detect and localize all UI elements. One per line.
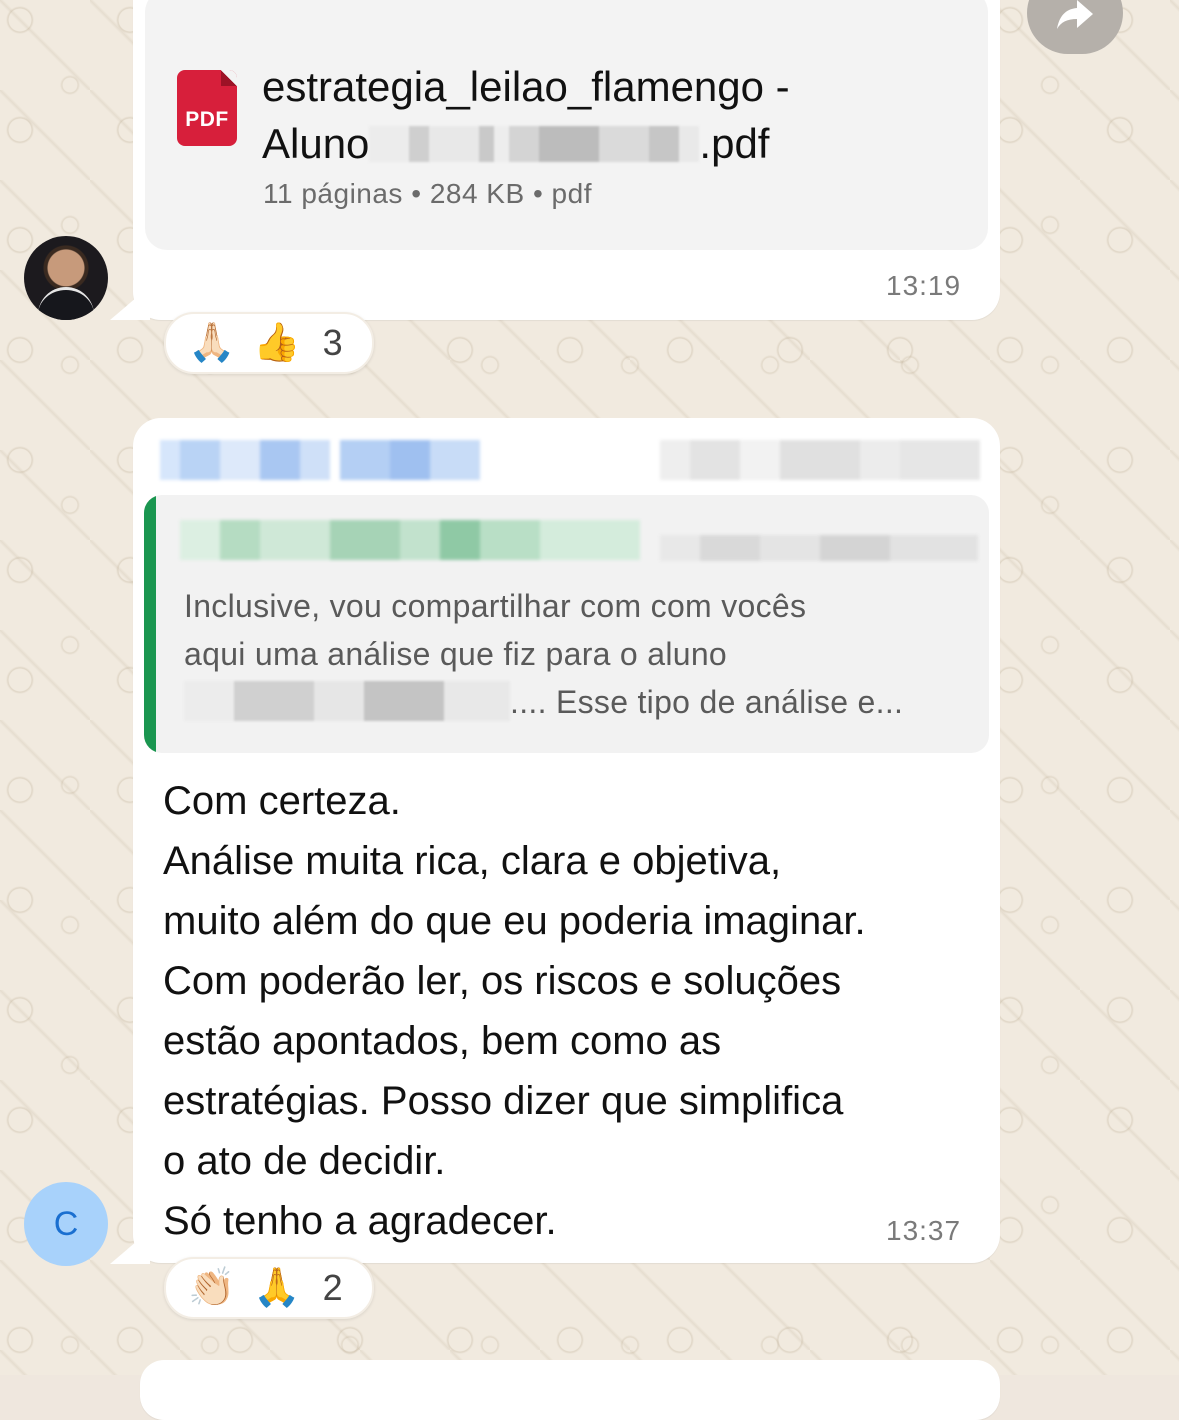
sender-name-redacted	[160, 440, 480, 480]
reaction-count: 2	[322, 1267, 343, 1308]
message-body: Com certeza. Análise muita rica, clara e…	[163, 779, 866, 1243]
pdf-icon: PDF	[177, 70, 237, 146]
file-size: 284 KB	[429, 178, 525, 209]
file-type: pdf	[551, 178, 592, 209]
reaction-emoji: 🙏🏻	[188, 322, 236, 364]
reaction-emoji: 👍	[253, 322, 301, 364]
sender-avatar[interactable]	[24, 236, 108, 320]
message-bubble-next[interactable]	[140, 1360, 1000, 1420]
quoted-phone-redacted	[660, 535, 978, 561]
quote-accent-bar	[144, 495, 156, 753]
forward-icon	[1057, 0, 1093, 29]
message-time: 13:19	[886, 270, 962, 301]
file-name-line1: estrategia_leilao_flamengo -	[262, 63, 790, 110]
redacted-name	[184, 681, 510, 721]
document-meta: 11 páginas • 284 KB • pdf	[263, 178, 592, 209]
reaction-emoji: 👏🏻	[188, 1267, 236, 1309]
quoted-sender-redacted	[180, 520, 640, 560]
sender-phone-redacted	[660, 440, 980, 480]
file-name-line2: Aluno .pdf	[262, 120, 770, 167]
sender-avatar[interactable]: C	[24, 1182, 108, 1266]
reactions-bar[interactable]: 👏🏻 🙏 2	[164, 1257, 374, 1319]
reaction-count: 3	[322, 322, 343, 363]
redacted-name	[369, 126, 700, 162]
message-time: 13:37	[886, 1215, 962, 1246]
document-file-name: estrategia_leilao_flamengo - Aluno .pdf	[262, 58, 962, 172]
reactions-bar[interactable]: 🙏🏻 👍 3	[164, 312, 374, 374]
reaction-emoji: 🙏	[253, 1267, 301, 1309]
file-pages: 11 páginas	[263, 178, 403, 209]
quoted-text: Inclusive, vou compartilhar com com você…	[184, 588, 904, 721]
